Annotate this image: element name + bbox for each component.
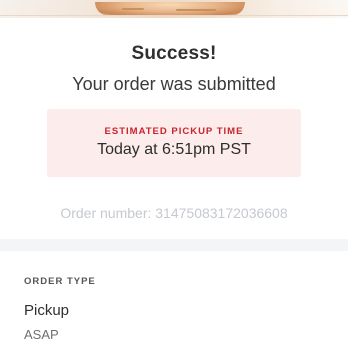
food-detail	[122, 8, 144, 10]
order-type-timing: ASAP	[24, 327, 59, 342]
order-type-label: ORDER TYPE	[24, 276, 96, 287]
food-plate-image	[95, 2, 245, 16]
pickup-time-card: ESTIMATED PICKUP TIME Today at 6:51pm PS…	[47, 109, 301, 177]
pickup-time-label: ESTIMATED PICKUP TIME	[104, 126, 244, 137]
success-subtitle: Your order was submitted	[72, 74, 276, 94]
order-number: Order number: 3147508317203660​8	[60, 205, 288, 221]
hero-food-image	[0, 0, 348, 18]
hero-bottom-line	[0, 15, 348, 16]
section-divider	[0, 239, 348, 251]
order-type-value: Pickup	[24, 302, 70, 319]
pickup-time-value: Today at 6:51pm PST	[97, 141, 251, 158]
food-detail	[176, 9, 216, 11]
order-confirmation-page: Success! Your order was submitted ESTIMA…	[0, 0, 348, 348]
success-title: Success!	[131, 43, 217, 64]
